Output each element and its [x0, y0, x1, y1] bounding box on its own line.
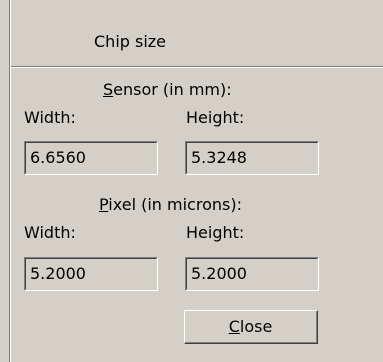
pixel-height-field[interactable]: 5.2000	[185, 257, 319, 291]
pixel-heading-text: ixel (in microns):	[108, 195, 242, 214]
close-mnemonic: C	[228, 317, 240, 336]
window-left-border	[0, 0, 11, 362]
pixel-width-value: 5.2000	[25, 258, 157, 290]
dialog-title: Chip size	[94, 32, 167, 51]
border-highlight-line	[10, 0, 11, 362]
pixel-height-label: Height:	[186, 223, 245, 242]
separator-highlight	[11, 67, 383, 68]
sensor-height-label: Height:	[186, 108, 245, 127]
pixel-width-field[interactable]: 5.2000	[24, 257, 158, 291]
sensor-heading: Sensor (in mm):	[103, 80, 232, 99]
pixel-heading-mnemonic: P	[99, 195, 109, 214]
sensor-width-label: Width:	[24, 108, 76, 127]
sensor-height-value: 5.3248	[186, 142, 318, 174]
pixel-width-label: Width:	[24, 223, 76, 242]
close-text: lose	[239, 317, 273, 336]
sensor-width-field[interactable]: 6.6560	[24, 141, 158, 175]
sensor-width-value: 6.6560	[25, 142, 157, 174]
pixel-height-value: 5.2000	[186, 258, 318, 290]
close-button-label: Close	[185, 311, 317, 343]
close-button[interactable]: Close	[184, 310, 318, 344]
sensor-heading-text: ensor (in mm):	[113, 80, 232, 99]
sensor-height-field[interactable]: 5.3248	[185, 141, 319, 175]
pixel-heading: Pixel (in microns):	[99, 195, 242, 214]
sensor-heading-mnemonic: S	[103, 80, 114, 99]
chip-size-dialog: Chip size Sensor (in mm): Width: Height:…	[0, 0, 383, 362]
